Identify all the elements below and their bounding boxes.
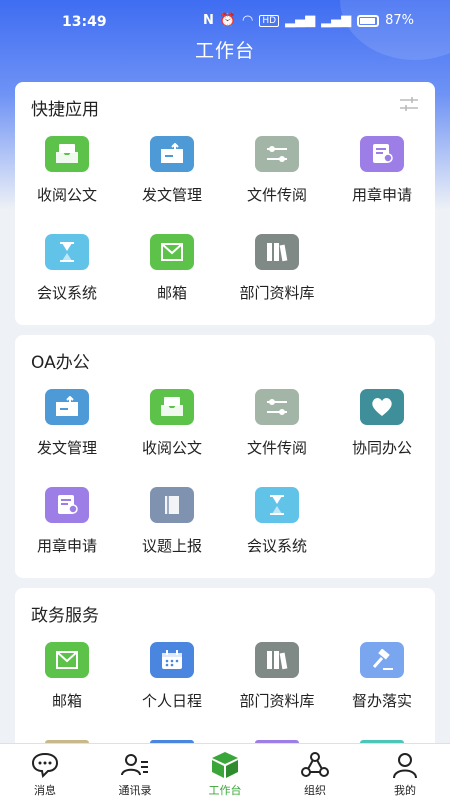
app-item[interactable]: 会议系统 [15, 234, 119, 324]
hourglass-icon [255, 487, 299, 523]
app-item[interactable]: 发文管理 [15, 389, 119, 479]
gavel-icon [360, 642, 404, 678]
app-item-label: 文件传阅 [246, 439, 307, 457]
hd-badge: HD [259, 14, 280, 27]
chat-icon [31, 752, 59, 779]
app-item-label: 会议系统 [36, 284, 97, 302]
app-item-label: 会议系统 [246, 537, 307, 555]
app-item-label: 个人日程 [141, 692, 202, 710]
wifi-icon: ◠ [242, 13, 254, 28]
app-item-label: 部门资料库 [239, 692, 315, 710]
nfc-icon: N [202, 13, 214, 28]
mail-icon [45, 642, 89, 678]
workbench-icon [212, 752, 238, 778]
app-item-label: 邮箱 [51, 692, 82, 710]
outbox-icon [150, 136, 194, 172]
app-item[interactable]: 议题上报 [120, 487, 224, 577]
app-item-label: 用章申请 [36, 537, 97, 555]
app-item-label: 邮箱 [156, 284, 187, 302]
signal-icon-2: ▂▄▆ [321, 13, 352, 28]
app-item[interactable]: 协同办公 [330, 389, 434, 479]
heart-icon [360, 389, 404, 425]
app-item[interactable]: 文件传阅 [225, 136, 329, 226]
binders-icon [255, 234, 299, 270]
status-icons: N ⏰ ◠ HD ▂▄▆ ▂▄▆ 87% [203, 13, 414, 28]
nav-label: 我的 [394, 784, 416, 797]
app-item[interactable]: 用章申请 [15, 487, 119, 577]
battery-icon [357, 14, 380, 27]
app-item-label: 议题上报 [141, 537, 202, 555]
status-time: 13:49 [62, 14, 107, 30]
app-item[interactable]: 文件传阅 [225, 389, 329, 479]
nav-label: 消息 [34, 784, 56, 797]
contacts-icon [121, 754, 148, 776]
app-item-label: 用章申请 [351, 186, 412, 204]
toggle-icon [255, 389, 299, 425]
app-item[interactable]: 邮箱 [120, 234, 224, 324]
app-item[interactable]: 收阅公文 [120, 389, 224, 479]
nav-label: 工作台 [208, 784, 242, 797]
app-item-label: 督办落实 [351, 692, 412, 710]
signal-icon: ▂▄▆ [285, 13, 316, 28]
hourglass-icon [45, 234, 89, 270]
app-item-label: 发文管理 [141, 186, 202, 204]
seal-request-icon [360, 136, 404, 172]
binders-icon [255, 642, 299, 678]
app-item-label: 发文管理 [36, 439, 97, 457]
app-item[interactable]: 会议系统 [225, 487, 329, 577]
app-item-label: 文件传阅 [246, 186, 307, 204]
inbox-icon [150, 389, 194, 425]
page-title: 工作台 [194, 40, 255, 62]
bottom-nav: 消息 通讯录 工作台 组织 我的 [0, 743, 450, 800]
calendar-icon [150, 642, 194, 678]
app-item-label: 收阅公文 [141, 439, 202, 457]
nav-profile[interactable]: 我的 [360, 744, 450, 800]
app-item[interactable]: 发文管理 [120, 136, 224, 226]
section-quick-apps: 快捷应用 收阅公文 发文管理 文件传阅 用章申请会议系统 邮箱 部门资料库 [15, 82, 435, 325]
app-item[interactable]: 用章申请 [330, 136, 434, 226]
section-government-services: 政务服务 邮箱 个人日程 部门资料库 督办落实 [15, 588, 435, 758]
profile-icon [393, 753, 417, 779]
nav-label: 组织 [304, 784, 326, 797]
toggle-icon [255, 136, 299, 172]
nav-organization[interactable]: 组织 [270, 744, 360, 800]
outbox-icon [45, 389, 89, 425]
inbox-icon [45, 136, 89, 172]
seal-request-icon [45, 487, 89, 523]
book-icon [150, 487, 194, 523]
nav-contacts[interactable]: 通讯录 [90, 744, 180, 800]
section-oa-office: OA办公 发文管理 收阅公文 文件传阅 协同办公用章申请 议题上报 会议系统 [15, 335, 435, 578]
status-bar: 13:49 N ⏰ ◠ HD ▂▄▆ ▂▄▆ 87% [0, 0, 450, 34]
section-title: 政务服务 [31, 606, 99, 626]
section-title: OA办公 [31, 353, 90, 373]
nav-messages[interactable]: 消息 [0, 744, 90, 800]
mail-icon [150, 234, 194, 270]
section-title: 快捷应用 [31, 100, 99, 120]
app-item[interactable]: 个人日程 [120, 642, 224, 732]
app-item[interactable]: 督办落实 [330, 642, 434, 732]
app-item[interactable]: 邮箱 [15, 642, 119, 732]
organization-icon [301, 752, 329, 777]
app-item[interactable]: 部门资料库 [225, 642, 329, 732]
battery-level: 87% [385, 13, 414, 28]
app-item[interactable]: 收阅公文 [15, 136, 119, 226]
nav-workbench[interactable]: 工作台 [180, 744, 270, 800]
app-item[interactable]: 部门资料库 [225, 234, 329, 324]
app-item-label: 收阅公文 [36, 186, 97, 204]
app-item-label: 协同办公 [351, 439, 412, 457]
app-item-label: 部门资料库 [239, 284, 315, 302]
nav-label: 通讯录 [118, 784, 152, 797]
sliders-icon[interactable] [399, 96, 419, 112]
alarm-icon: ⏰ [219, 13, 237, 28]
